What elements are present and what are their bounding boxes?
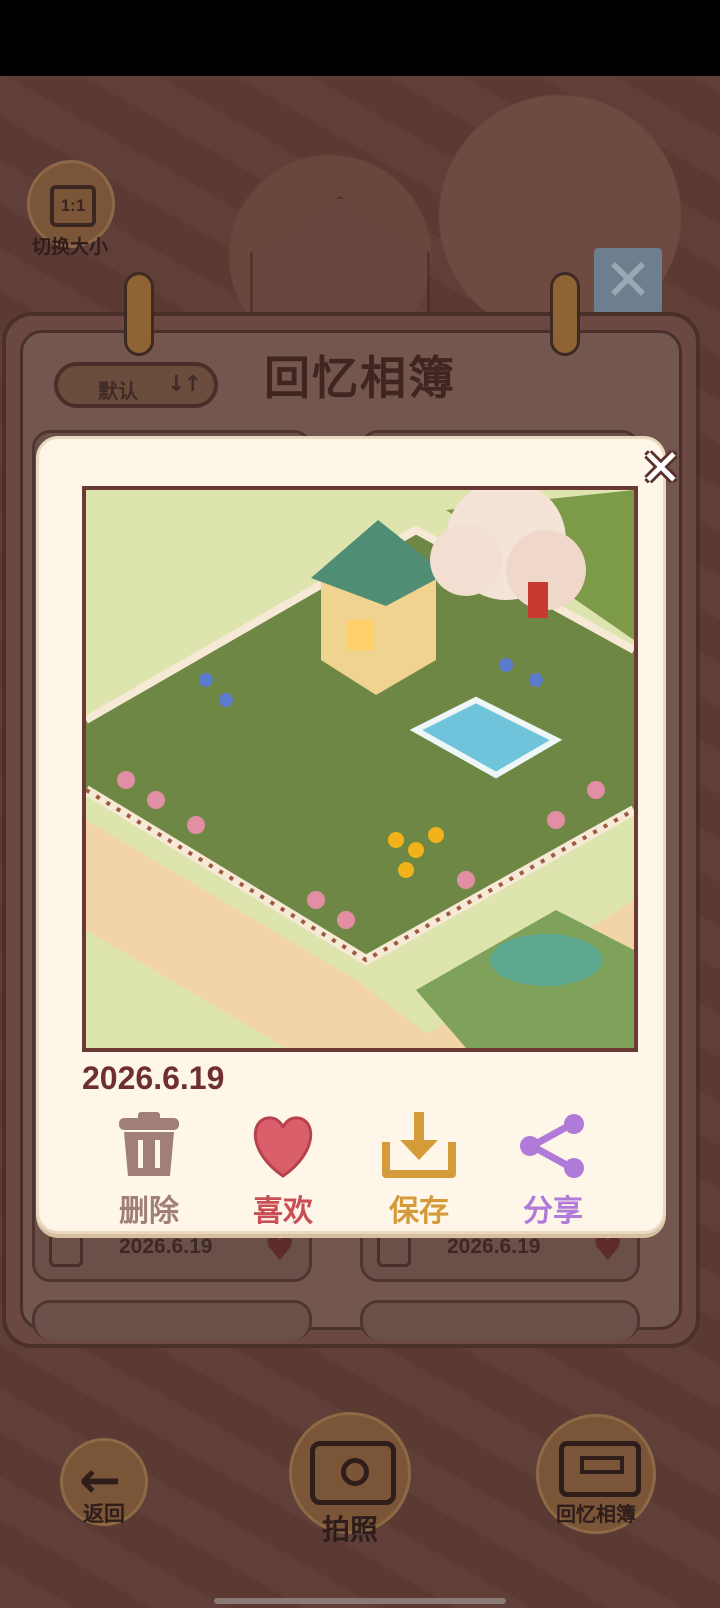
- sort-button[interactable]: 默认 ↓↑: [54, 362, 218, 408]
- photo-card[interactable]: [360, 1300, 640, 1340]
- close-icon[interactable]: ✕: [594, 248, 662, 314]
- back-label: 返回: [83, 1502, 125, 1526]
- share-label: 分享: [523, 1194, 583, 1229]
- save-button[interactable]: 保存: [364, 1112, 474, 1229]
- sort-label: 默认: [98, 379, 138, 403]
- garden-photo: [82, 486, 638, 1052]
- sort-icon: ↓↑: [167, 372, 202, 397]
- card-meta: 2026.6.19 ♥: [35, 1229, 309, 1269]
- card-meta: 2026.6.19 ♥: [363, 1229, 637, 1269]
- share-icon: [498, 1112, 608, 1180]
- trash-icon[interactable]: [49, 1233, 83, 1267]
- home-indicator[interactable]: [214, 1598, 506, 1604]
- aspect-ratio-icon: 1:1: [50, 185, 96, 227]
- camera-icon: [310, 1441, 396, 1505]
- heart-icon[interactable]: ♥: [265, 1229, 295, 1269]
- heart-icon[interactable]: ♥: [593, 1229, 623, 1269]
- camera-button[interactable]: 拍照: [288, 1412, 412, 1552]
- garden-photo-illustration: [86, 490, 634, 1048]
- trash-icon[interactable]: [377, 1233, 411, 1267]
- save-label: 保存: [389, 1194, 449, 1229]
- camera-label: 拍照: [321, 1513, 378, 1546]
- album-nav-label: 回忆相簿: [556, 1502, 636, 1526]
- back-button[interactable]: ← 返回: [58, 1438, 150, 1534]
- download-icon: [364, 1112, 474, 1180]
- like-label: 喜欢: [253, 1194, 313, 1229]
- photo-card[interactable]: [32, 1300, 312, 1340]
- card-date: 2026.6.19: [447, 1235, 541, 1258]
- size-toggle-label: 切换大小: [31, 236, 108, 258]
- size-toggle-button[interactable]: 1:1 切换大小: [26, 160, 116, 260]
- heart-icon: [228, 1112, 338, 1180]
- trash-icon: [94, 1112, 204, 1180]
- album-nav-button[interactable]: 回忆相簿: [534, 1414, 658, 1534]
- delete-label: 删除: [119, 1194, 179, 1229]
- album-book-icon: [559, 1441, 641, 1497]
- delete-button[interactable]: 删除: [94, 1112, 204, 1229]
- share-button[interactable]: 分享: [498, 1112, 608, 1229]
- close-icon[interactable]: ✕: [636, 443, 686, 494]
- card-date: 2026.6.19: [119, 1235, 213, 1258]
- status-bar: [0, 0, 720, 76]
- like-button[interactable]: 喜欢: [228, 1112, 338, 1229]
- photo-date: 2026.6.19: [82, 1060, 225, 1096]
